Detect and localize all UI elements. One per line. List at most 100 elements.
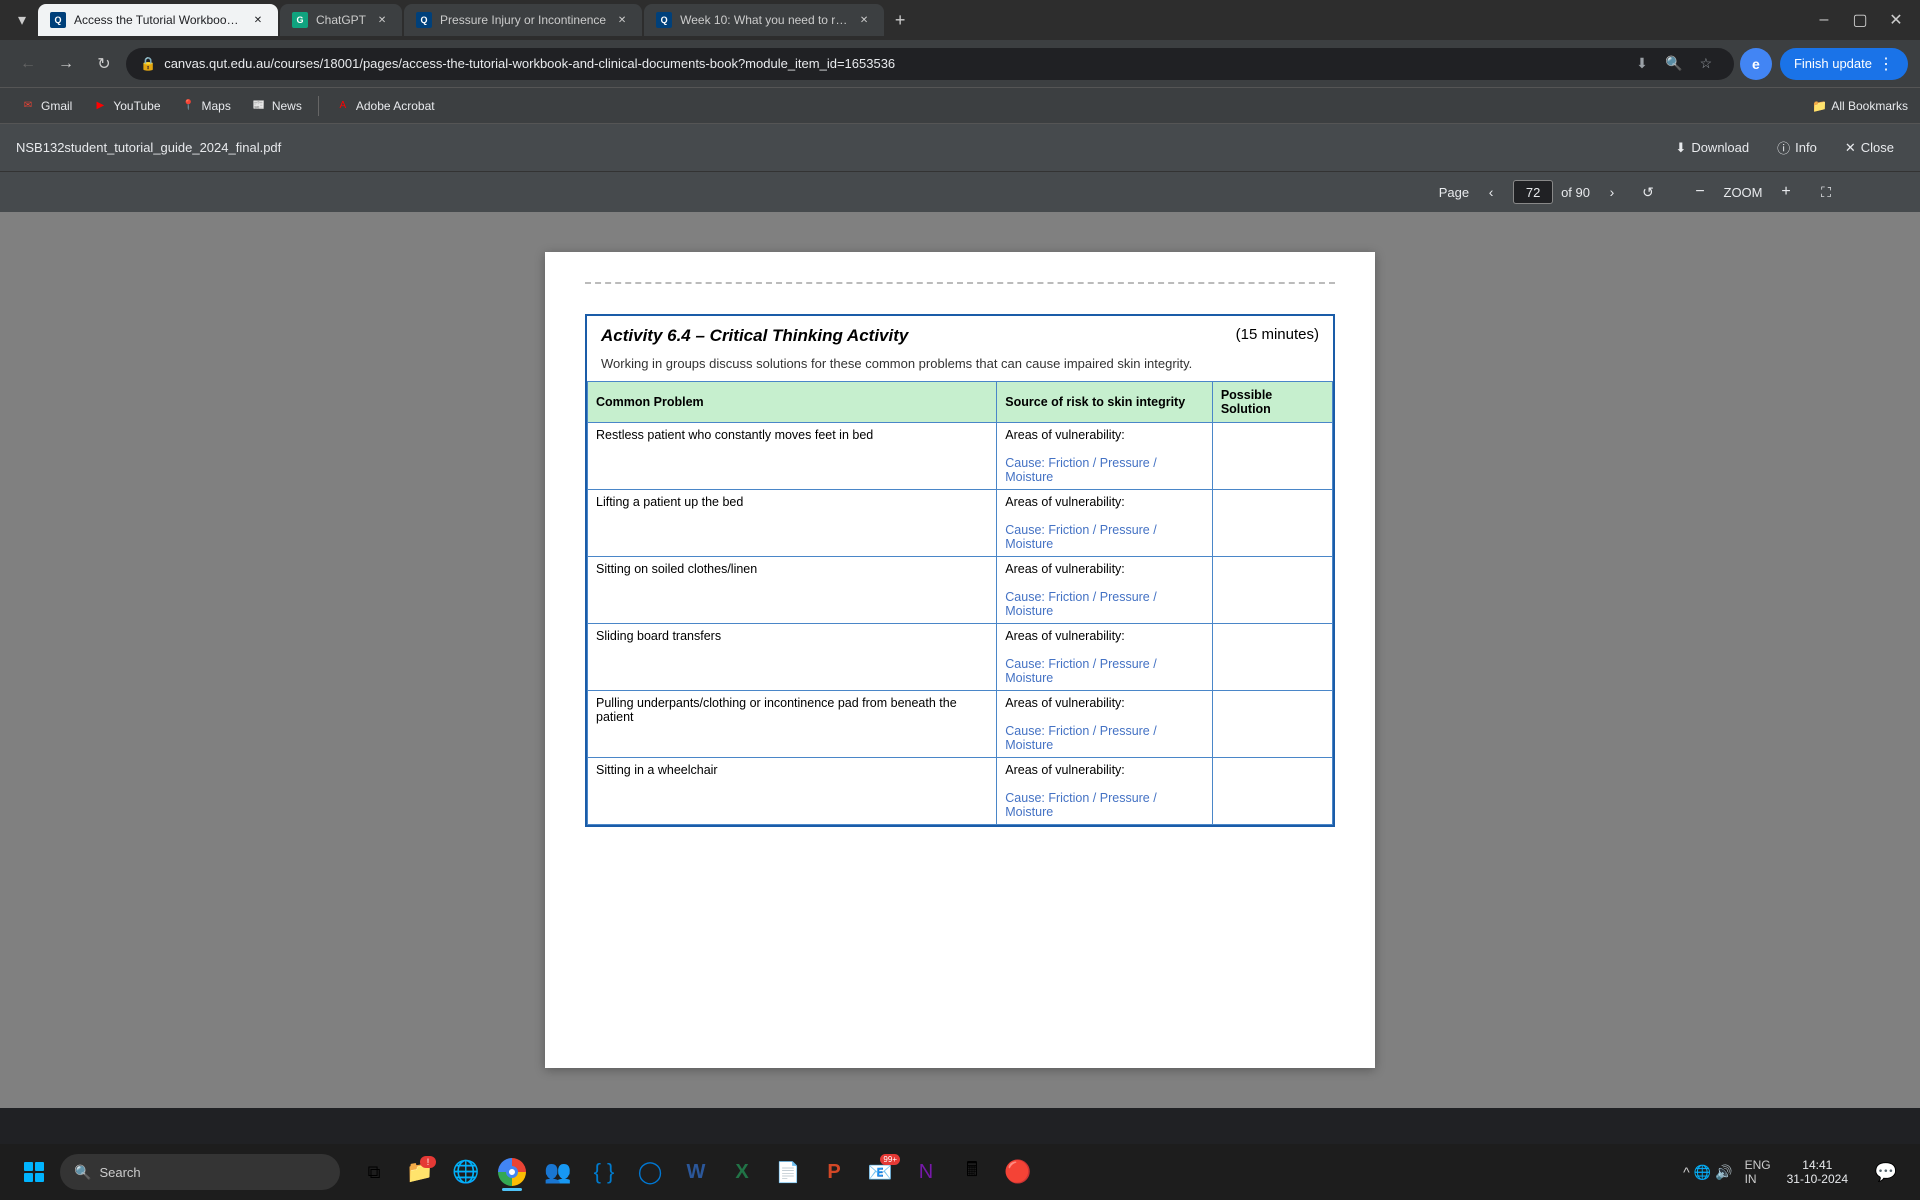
finish-update-button[interactable]: Finish update ⋮ [1780,48,1908,80]
notification-button[interactable]: 💬 [1864,1150,1908,1194]
lock-icon: 🔒 [140,56,156,72]
tab-2-close[interactable]: ✕ [374,12,390,28]
table-cell-source: Areas of vulnerability:Cause: Friction /… [997,423,1213,490]
table-cell-solution [1212,624,1332,691]
bookmark-acrobat[interactable]: A Adobe Acrobat [327,94,443,118]
bookmark-star-icon[interactable]: ☆ [1692,50,1720,78]
table-cell-problem: Pulling underpants/clothing or incontine… [588,691,997,758]
table-row: Sitting in a wheelchairAreas of vulnerab… [588,758,1333,825]
close-label: Close [1861,140,1894,155]
tab-3-close[interactable]: ✕ [614,12,630,28]
word-button[interactable]: W [674,1150,718,1194]
reset-page-button[interactable]: ↺ [1634,178,1662,206]
bookmark-youtube[interactable]: ▶ YouTube [84,94,168,118]
table-cell-source: Areas of vulnerability:Cause: Friction /… [997,758,1213,825]
youtube-favicon: ▶ [92,98,108,114]
activity-title: Activity 6.4 – Critical Thinking Activit… [601,326,908,346]
taskbar: 🔍 Search ⧉ 📁 ! 🌐 👥 { } ◯ [0,1144,1920,1200]
maximize-button[interactable]: ▢ [1844,4,1876,36]
tab-3-favicon: Q [416,12,432,28]
activity-header: Activity 6.4 – Critical Thinking Activit… [587,316,1333,356]
tab-1[interactable]: Q Access the Tutorial Workbook a ✕ [38,4,278,36]
table-cell-source: Areas of vulnerability:Cause: Friction /… [997,557,1213,624]
finish-update-label: Finish update [1794,56,1872,71]
tab-1-close[interactable]: ✕ [250,12,266,28]
calculator-button[interactable]: 🖩 [950,1150,994,1194]
edge-button[interactable]: 🌐 [444,1150,488,1194]
fullscreen-button[interactable]: ⛶ [1812,178,1840,206]
tab-2[interactable]: G ChatGPT ✕ [280,4,402,36]
close-window-button[interactable]: ✕ [1880,4,1912,36]
tab-4-close[interactable]: ✕ [856,12,872,28]
cortana-button[interactable]: ◯ [628,1150,672,1194]
activity-table: Common Problem Source of risk to skin in… [587,381,1333,825]
col-header-source: Source of risk to skin integrity [997,382,1213,423]
bookmark-news[interactable]: 📰 News [243,94,310,118]
teams-button[interactable]: 👥 [536,1150,580,1194]
download-page-icon[interactable]: ⬇ [1628,50,1656,78]
taskbar-search-bar[interactable]: 🔍 Search [60,1154,340,1190]
pdf-close-button[interactable]: ✕ Close [1835,136,1904,160]
zoom-controls: − ZOOM + ⛶ [1686,178,1840,206]
minimize-button[interactable]: – [1808,4,1840,36]
pdf-download-button[interactable]: ⬇ Download [1665,136,1759,160]
tab-list-button[interactable]: ▾ [8,6,36,34]
chrome-button[interactable] [490,1150,534,1194]
powerpoint-button[interactable]: P [812,1150,856,1194]
table-row: Restless patient who constantly moves fe… [588,423,1333,490]
chrome2-button[interactable]: 🔴 [996,1150,1040,1194]
page-total: of 90 [1561,185,1590,200]
chrome-icon [498,1158,526,1186]
win-logo-br [35,1173,44,1182]
page-input[interactable] [1513,180,1553,204]
tab-1-favicon: Q [50,12,66,28]
address-bar[interactable]: 🔒 canvas.qut.edu.au/courses/18001/pages/… [126,48,1734,80]
table-cell-source: Areas of vulnerability:Cause: Friction /… [997,691,1213,758]
chevron-up-icon[interactable]: ^ [1683,1164,1690,1180]
forward-button[interactable]: → [50,48,82,80]
bookmark-maps-label: Maps [202,99,231,113]
excel-button[interactable]: X [720,1150,764,1194]
pdf-app-button[interactable]: 📄 [766,1150,810,1194]
pdf-info-button[interactable]: ⓘ Info [1767,134,1827,161]
profile-button[interactable]: e [1740,48,1772,80]
onenote-button[interactable]: N [904,1150,948,1194]
zoom-icon[interactable]: 🔍 [1660,50,1688,78]
volume-icon[interactable]: 🔊 [1715,1164,1732,1181]
nav-right: e Finish update ⋮ [1740,48,1908,80]
taskbar-apps: ⧉ 📁 ! 🌐 👥 { } ◯ W X [352,1150,1040,1194]
tab-bar: ▾ Q Access the Tutorial Workbook a ✕ G C… [0,0,1920,40]
news-favicon: 📰 [251,98,267,114]
reload-button[interactable]: ↻ [88,48,120,80]
bookmark-maps[interactable]: 📍 Maps [173,94,239,118]
taskview-button[interactable]: ⧉ [352,1150,396,1194]
tab-4[interactable]: Q Week 10: What you need to re... ✕ [644,4,884,36]
win-logo-bl [24,1173,33,1182]
all-bookmarks-button[interactable]: 📁 All Bookmarks [1812,99,1908,113]
table-cell-problem: Lifting a patient up the bed [588,490,997,557]
next-page-button[interactable]: › [1598,178,1626,206]
download-icon: ⬇ [1675,140,1686,156]
network-icon[interactable]: 🌐 [1694,1164,1711,1181]
back-button[interactable]: ← [12,48,44,80]
bookmark-gmail[interactable]: ✉ Gmail [12,94,80,118]
vscode-button[interactable]: { } [582,1150,626,1194]
filemanager-button[interactable]: 📁 ! [398,1150,442,1194]
outlook-button[interactable]: 📧 99+ [858,1150,902,1194]
tab-3[interactable]: Q Pressure Injury or Incontinence ✕ [404,4,642,36]
zoom-out-button[interactable]: − [1686,178,1714,206]
activity-description: Working in groups discuss solutions for … [587,356,1333,381]
pdf-toolbar: NSB132student_tutorial_guide_2024_final.… [0,124,1920,172]
outlook-badge: 99+ [880,1154,900,1165]
activity-box: Activity 6.4 – Critical Thinking Activit… [585,314,1335,827]
start-button[interactable] [12,1150,56,1194]
win-logo-tr [35,1162,44,1171]
page-separator [585,282,1335,284]
clock[interactable]: 14:41 31-10-2024 [1779,1154,1856,1190]
prev-page-button[interactable]: ‹ [1477,178,1505,206]
new-tab-button[interactable]: + [886,6,914,34]
clock-date: 31-10-2024 [1787,1172,1848,1186]
pdf-content[interactable]: Activity 6.4 – Critical Thinking Activit… [0,212,1920,1108]
close-icon: ✕ [1845,140,1856,156]
zoom-in-button[interactable]: + [1772,178,1800,206]
